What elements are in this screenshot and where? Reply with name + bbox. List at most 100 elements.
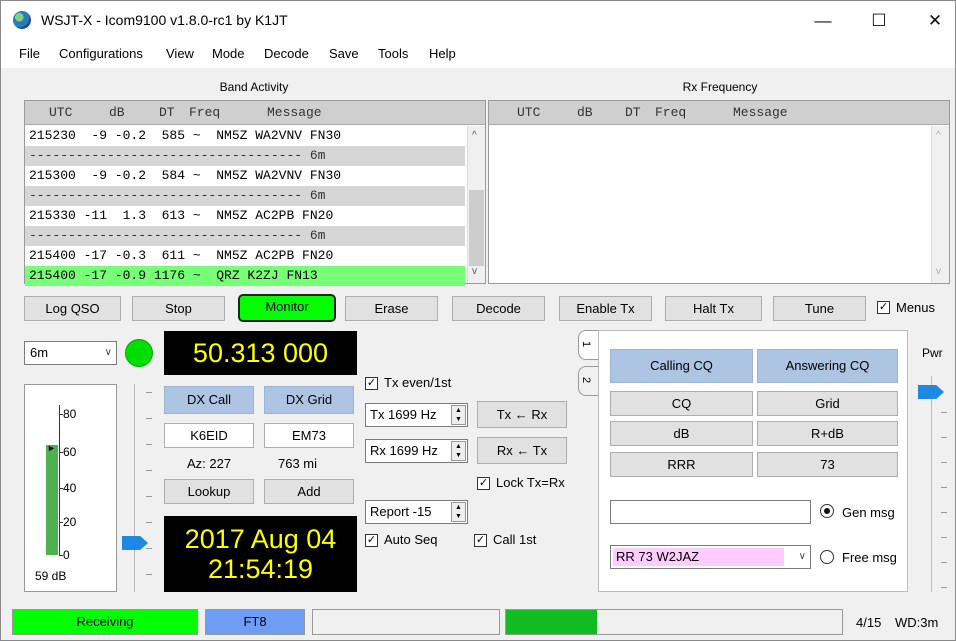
menu-file[interactable]: File (19, 46, 40, 61)
rx-from-tx-button[interactable]: Rx ← Tx (477, 437, 567, 464)
chevron-down-icon: ∨ (104, 347, 112, 358)
menu-mode[interactable]: Mode (212, 46, 245, 61)
rx-level-slider-track[interactable] (134, 384, 135, 592)
auto-seq-checkbox[interactable]: ✓ (365, 534, 378, 547)
band-activity-scrollbar[interactable]: ^ v (467, 126, 485, 283)
gen-msg-label: Gen msg (842, 505, 895, 520)
report-spinbox[interactable]: Report -15 ▲ ▼ (365, 500, 468, 524)
tab-1[interactable]: 1 (578, 330, 598, 360)
meter-tick-60: 60 (63, 445, 77, 459)
frequency-display: 50.313 000 (164, 331, 357, 375)
menu-view[interactable]: View (166, 46, 194, 61)
free-msg-radio[interactable] (820, 550, 834, 564)
halt-tx-button[interactable]: Halt Tx (665, 296, 762, 321)
decode-row[interactable]: 215400 -17 -0.3 611 ~ NM5Z AC2PB FN20 (25, 246, 465, 266)
meter-peak-marker-icon: ► (47, 443, 56, 453)
header-freq: Freq (189, 105, 221, 120)
band-separator-row[interactable]: ----------------------------------- 6m (25, 226, 465, 246)
minimize-button[interactable]: — (801, 7, 845, 35)
spin-arrows-icon[interactable]: ▲ ▼ (451, 405, 466, 425)
menus-checkbox[interactable]: ✓ (877, 301, 890, 314)
log-qso-button[interactable]: Log QSO (24, 296, 121, 321)
scroll-up-icon[interactable]: ^ (472, 130, 477, 141)
tx-from-rx-button[interactable]: Tx ← Rx (477, 401, 567, 428)
status-blank (312, 609, 500, 635)
tab-2-label: 2 (580, 376, 593, 384)
scroll-thumb[interactable] (469, 190, 484, 266)
menu-bar: File Configurations View Mode Decode Sav… (0, 42, 956, 68)
enable-tx-button[interactable]: Enable Tx (559, 296, 652, 321)
tx-even-checkbox[interactable]: ✓ (365, 377, 378, 390)
rx-scroll-up-icon[interactable]: ^ (936, 130, 941, 141)
meter-scale-line (59, 405, 60, 555)
clock-display: 2017 Aug 04 21:54:19 (164, 516, 357, 592)
gen-msg-radio[interactable] (820, 504, 834, 518)
rx-header-freq: Freq (655, 105, 687, 120)
close-button[interactable]: ✕ (913, 7, 956, 35)
monitor-button[interactable]: Monitor (238, 294, 336, 322)
cq-button[interactable]: CQ (610, 391, 753, 416)
menu-save[interactable]: Save (329, 46, 359, 61)
lookup-button[interactable]: Lookup (164, 479, 254, 504)
free-msg-value: RR 73 W2JAZ (613, 548, 784, 566)
rx-frequency-scrollbar[interactable]: ^ v (931, 126, 949, 283)
band-activity-pane[interactable]: UTC dB DT Freq Message 215230 -9 -0.2 58… (24, 100, 486, 286)
dx-call-input[interactable]: K6EID (164, 423, 254, 448)
tune-button[interactable]: Tune (773, 296, 866, 321)
tab-2[interactable]: 2 (578, 366, 598, 396)
gen-msg-input[interactable] (610, 500, 811, 524)
pwr-slider-track[interactable] (931, 376, 932, 592)
decode-row[interactable]: 215400 -17 -0.9 1176 ~ QRZ K2ZJ FN13 (25, 266, 465, 286)
band-select[interactable]: 6m ∨ (24, 341, 117, 365)
clock-date: 2017 Aug 04 (184, 524, 337, 554)
maximize-button[interactable]: ☐ (857, 7, 901, 35)
menus-label: Menus (896, 300, 936, 315)
header-utc: UTC (49, 105, 73, 120)
title-bar: WSJT-X - Icom9100 v1.8.0-rc1 by K1JT — ☐… (0, 0, 956, 42)
header-dt: DT (159, 105, 175, 120)
dx-grid-label: DX Grid (264, 386, 354, 414)
menu-help[interactable]: Help (429, 46, 456, 61)
dx-grid-input[interactable]: EM73 (264, 423, 354, 448)
scroll-down-icon[interactable]: v (472, 266, 477, 277)
decode-row[interactable]: 215330 -11 1.3 613 ~ NM5Z AC2PB FN20 (25, 206, 465, 226)
spin-arrows-icon[interactable]: ▲ ▼ (451, 441, 466, 461)
decode-row[interactable]: 215300 -9 -0.2 584 ~ NM5Z WA2VNV FN30 (25, 166, 465, 186)
menu-decode[interactable]: Decode (264, 46, 309, 61)
db-button[interactable]: dB (610, 421, 753, 446)
seventy-three-button[interactable]: 73 (757, 452, 898, 477)
rrr-button[interactable]: RRR (610, 452, 753, 477)
dx-call-label: DX Call (164, 386, 254, 414)
receiving-status: Receiving (12, 609, 198, 635)
add-button[interactable]: Add (264, 479, 354, 504)
band-separator-row[interactable]: ----------------------------------- 6m (25, 186, 465, 206)
signal-level-readout: 59 dB (35, 569, 67, 583)
erase-button[interactable]: Erase (345, 296, 438, 321)
tx-frequency-spinbox[interactable]: Tx 1699 Hz ▲ ▼ (365, 403, 468, 427)
header-db: dB (109, 105, 125, 120)
auto-seq-label: Auto Seq (384, 532, 438, 547)
rx-frequency-pane[interactable]: UTC dB DT Freq Message ^ v (488, 100, 950, 284)
distance-text: 763 mi (278, 456, 318, 471)
signal-meter: ► 80 60 40 20 0 59 dB (24, 384, 117, 592)
watchdog-status: WD:3m (895, 615, 939, 630)
decode-row[interactable]: 215230 -9 -0.2 585 ~ NM5Z WA2VNV FN30 (25, 126, 465, 146)
grid-button[interactable]: Grid (757, 391, 898, 416)
call-1st-checkbox[interactable]: ✓ (474, 534, 487, 547)
menu-tools[interactable]: Tools (378, 46, 408, 61)
header-message: Message (267, 105, 322, 120)
rx-scroll-down-icon[interactable]: v (936, 266, 941, 277)
decode-button[interactable]: Decode (452, 296, 545, 321)
call-1st-label: Call 1st (493, 532, 537, 547)
r-db-button[interactable]: R+dB (757, 421, 898, 446)
lock-tx-rx-checkbox[interactable]: ✓ (477, 477, 490, 490)
clock-time: 21:54:19 (207, 554, 314, 584)
spin-arrows-icon[interactable]: ▲ ▼ (451, 502, 466, 522)
free-msg-select[interactable]: RR 73 W2JAZ ∨ (610, 545, 811, 569)
band-separator-row[interactable]: ----------------------------------- 6m (25, 146, 465, 166)
window-title: WSJT-X - Icom9100 v1.8.0-rc1 by K1JT (41, 12, 288, 28)
rx-frequency-spinbox[interactable]: Rx 1699 Hz ▲ ▼ (365, 439, 468, 463)
menu-configurations[interactable]: Configurations (59, 46, 143, 61)
stop-button[interactable]: Stop (132, 296, 225, 321)
lock-tx-rx-label: Lock Tx=Rx (496, 475, 565, 490)
